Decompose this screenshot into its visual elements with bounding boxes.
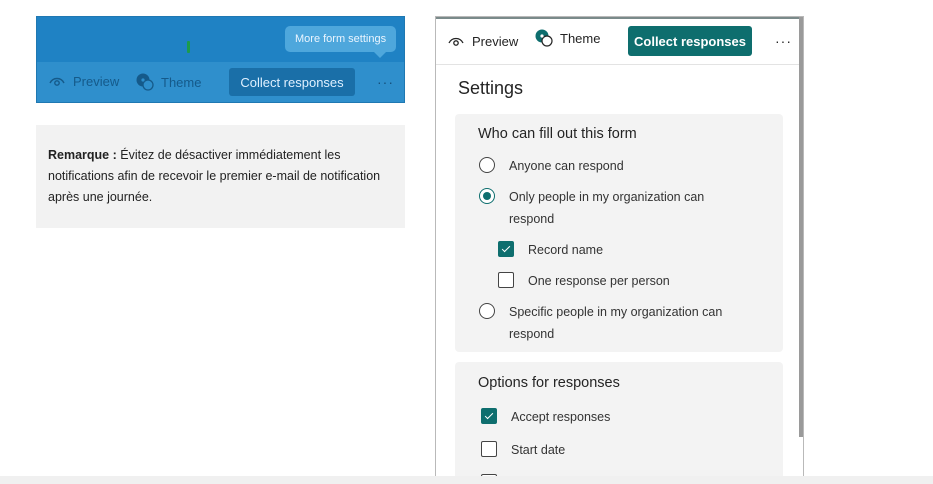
record-name-label: Record name bbox=[528, 243, 604, 257]
preview-label: Preview bbox=[73, 74, 120, 89]
theme-label: Theme bbox=[560, 30, 601, 46]
start-date-label: Start date bbox=[511, 443, 566, 457]
who-can-fill-title: Who can fill out this form bbox=[478, 126, 637, 142]
more-options-button[interactable]: ··· bbox=[377, 74, 394, 90]
radio-specific-people[interactable]: Specific people in my organization can r… bbox=[479, 301, 739, 345]
eye-icon bbox=[448, 36, 464, 48]
checkbox-start-date[interactable]: Start date bbox=[481, 439, 565, 461]
checkbox-one-response[interactable]: One response per person bbox=[498, 270, 670, 292]
palette-icon bbox=[534, 28, 554, 48]
radio-button[interactable] bbox=[479, 303, 495, 319]
theme-button[interactable]: Theme bbox=[135, 72, 201, 92]
toolbar-divider bbox=[436, 64, 799, 65]
theme-label: Theme bbox=[161, 74, 202, 90]
preview-button[interactable]: Preview bbox=[448, 34, 518, 49]
checkbox-accept-responses[interactable]: Accept responses bbox=[481, 406, 610, 428]
preview-label: Preview bbox=[472, 34, 519, 49]
checkbox-checked[interactable] bbox=[481, 408, 497, 424]
options-for-responses-title: Options for responses bbox=[478, 375, 620, 391]
radio-anyone[interactable]: Anyone can respond bbox=[479, 155, 744, 177]
radio-button-selected[interactable] bbox=[479, 188, 495, 204]
left-toolbar: Preview Theme Collect responses ··· bbox=[37, 64, 404, 102]
note-label: Remarque : bbox=[48, 148, 117, 162]
options-for-responses-card: Options for responses Accept responses S… bbox=[455, 362, 783, 476]
radio-button[interactable] bbox=[479, 157, 495, 173]
more-settings-tooltip: More form settings bbox=[285, 26, 397, 58]
radio-anyone-label: Anyone can respond bbox=[509, 159, 624, 173]
note-box: Remarque : Évitez de désactiver immédiat… bbox=[36, 125, 405, 228]
radio-organization-label: Only people in my organization can respo… bbox=[509, 190, 705, 226]
settings-title: Settings bbox=[458, 78, 524, 98]
panel-scroll-edge bbox=[799, 17, 803, 437]
more-options-button[interactable]: ··· bbox=[775, 33, 792, 49]
form-toolbar: Preview Theme Collect responses ··· bbox=[436, 20, 799, 64]
preview-button[interactable]: Preview bbox=[49, 74, 119, 89]
checkbox-unchecked[interactable] bbox=[498, 272, 514, 288]
collect-responses-button[interactable]: Collect responses bbox=[628, 26, 752, 56]
accept-responses-label: Accept responses bbox=[511, 410, 611, 424]
theme-button[interactable]: Theme bbox=[534, 28, 600, 48]
settings-panel: Preview Theme Collect responses ··· Sett… bbox=[435, 16, 804, 476]
checkbox-checked[interactable] bbox=[498, 241, 514, 257]
checkbox-unchecked[interactable] bbox=[481, 441, 497, 457]
checkbox-record-name[interactable]: Record name bbox=[498, 239, 603, 261]
radio-organization[interactable]: Only people in my organization can respo… bbox=[479, 186, 724, 230]
cursor-indicator bbox=[187, 41, 190, 53]
eye-icon bbox=[49, 76, 65, 88]
highlighted-toolbar-screenshot: More form settings Preview Theme Collect… bbox=[36, 16, 405, 103]
who-can-fill-card: Who can fill out this form Anyone can re… bbox=[455, 114, 783, 352]
palette-icon bbox=[135, 72, 155, 92]
one-response-label: One response per person bbox=[528, 274, 670, 288]
panel-top-border bbox=[436, 17, 801, 19]
radio-specific-label: Specific people in my organization can r… bbox=[509, 305, 723, 341]
collect-responses-button[interactable]: Collect responses bbox=[229, 68, 355, 96]
page-bottom-strip bbox=[0, 476, 933, 484]
